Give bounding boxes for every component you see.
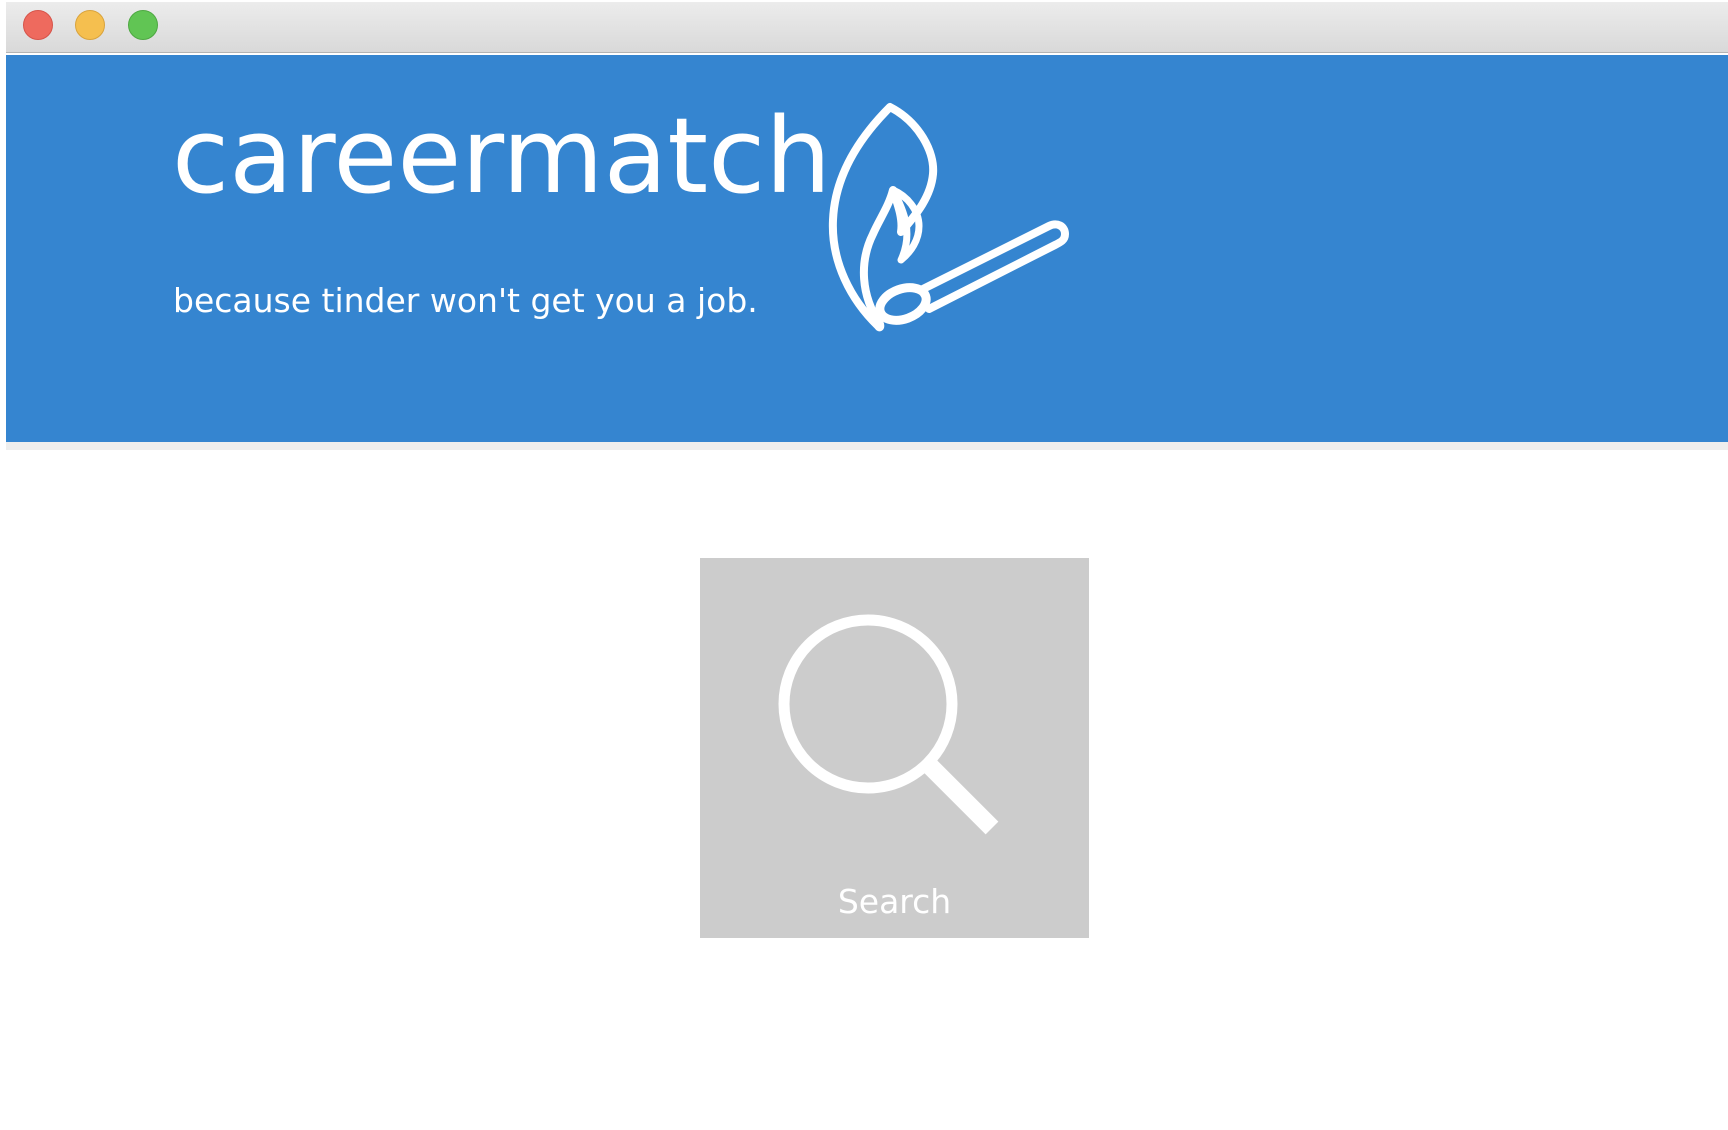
search-label: Search: [837, 882, 952, 921]
match-flame-icon: [828, 103, 1069, 332]
minimize-window-button[interactable]: [75, 10, 105, 40]
banner-divider: [6, 442, 1728, 450]
app-tagline: because tinder won't get you a job.: [173, 281, 758, 320]
zoom-window-button[interactable]: [128, 10, 158, 40]
title-bar[interactable]: [6, 2, 1728, 53]
search-button[interactable]: Search: [700, 558, 1089, 938]
close-window-button[interactable]: [23, 10, 53, 40]
app-window: careermatch because tinder won't get you…: [6, 2, 1728, 1130]
magnifier-icon: [778, 614, 999, 835]
app-title: careermatch: [172, 95, 832, 217]
